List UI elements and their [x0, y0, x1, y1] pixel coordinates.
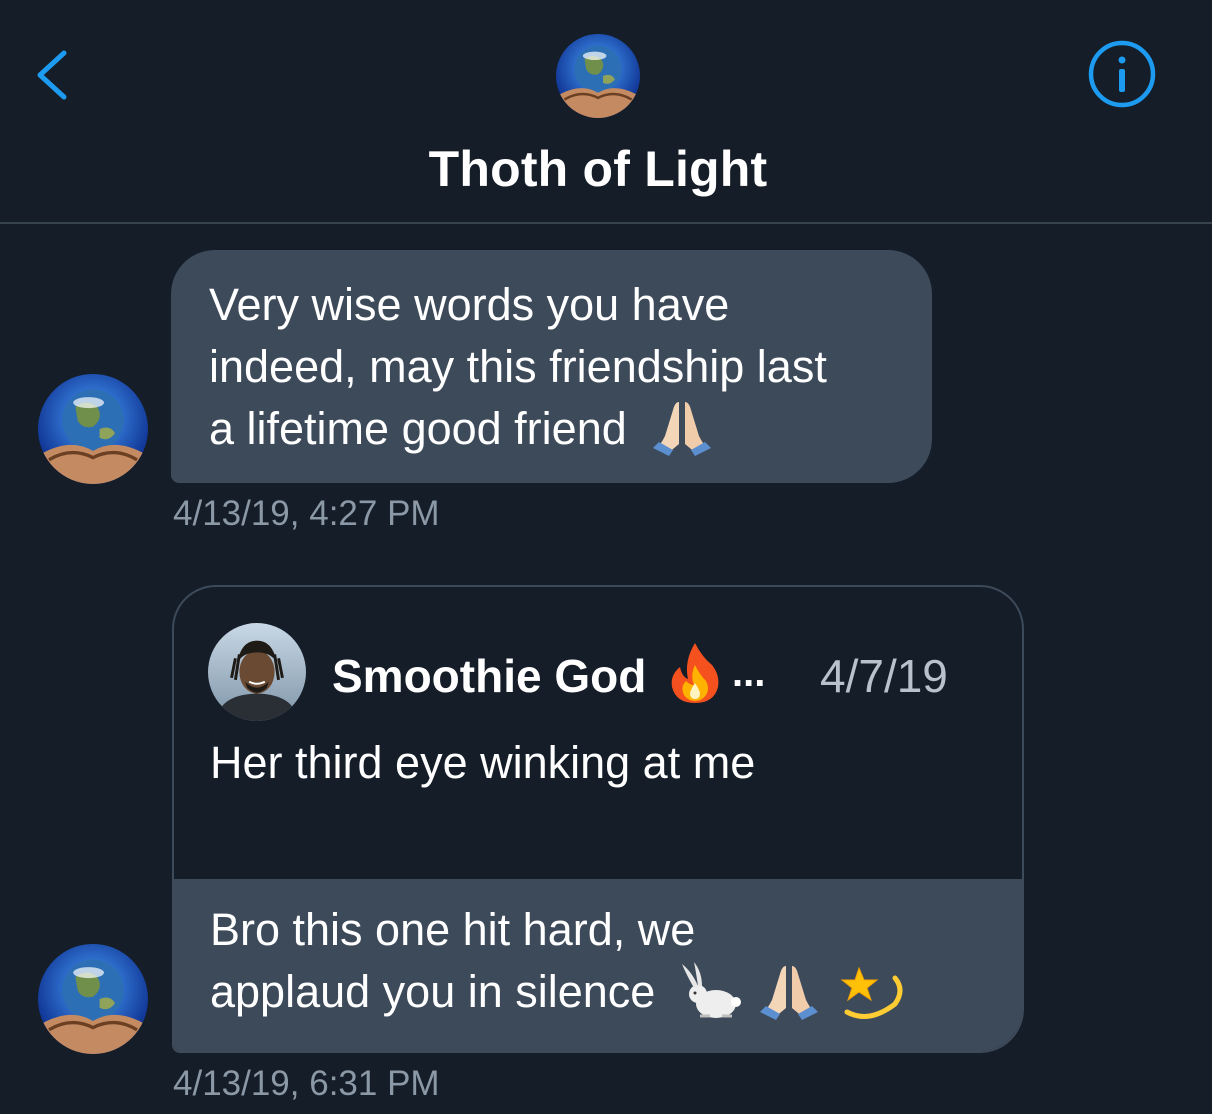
- folded-hands-icon: [653, 402, 712, 457]
- message-timestamp: 4/13/19, 6:31 PM: [173, 1064, 440, 1103]
- message-line-text: applaud you in silence: [210, 966, 656, 1017]
- quoted-author-avatar[interactable]: [208, 623, 306, 721]
- fire-icon: [671, 643, 719, 703]
- message-line: Very wise words you have: [209, 279, 730, 330]
- message-line-text: a lifetime good friend: [209, 403, 627, 454]
- person-avatar: [208, 623, 306, 721]
- earth-in-hands-avatar: [38, 944, 148, 1054]
- dizzy-star-icon: [840, 966, 903, 1020]
- message-line: Bro this one hit hard, we: [210, 904, 696, 955]
- message-line: applaud you in silence: [210, 961, 1022, 1023]
- header-avatar[interactable]: [556, 34, 640, 118]
- message-bubble[interactable]: Very wise words you have indeed, may thi…: [171, 250, 932, 483]
- chevron-left-icon: [37, 50, 67, 100]
- dm-conversation-screen: Thoth of Light Very wise words you have …: [0, 0, 1212, 1114]
- info-button[interactable]: [1086, 38, 1158, 110]
- header-divider: [0, 222, 1212, 224]
- message-timestamp: 4/13/19, 4:27 PM: [173, 494, 440, 533]
- quoted-author-name: Smoothie God: [332, 650, 647, 702]
- rabbit-icon: [681, 962, 741, 1019]
- message-line: indeed, may this friendship last: [209, 341, 827, 392]
- conversation-title[interactable]: Thoth of Light: [0, 140, 1196, 198]
- conversation-header: Thoth of Light: [0, 0, 1212, 224]
- sender-avatar[interactable]: [38, 374, 148, 484]
- quoted-tweet-text: Her third eye winking at me: [210, 737, 756, 788]
- quote-reply-card[interactable]: Smoothie God ... 4/7/19 Her third eye wi…: [172, 585, 1024, 1053]
- back-button[interactable]: [22, 40, 82, 110]
- earth-in-hands-avatar: [38, 374, 148, 484]
- earth-in-hands-avatar: [556, 34, 640, 118]
- sender-avatar[interactable]: [38, 944, 148, 1054]
- folded-hands-icon: [760, 966, 819, 1021]
- quoted-tweet-date: 4/7/19: [820, 650, 948, 702]
- message-bubble[interactable]: Bro this one hit hard, we applaud you in…: [174, 879, 1022, 1051]
- name-truncation-ellipsis: ...: [732, 651, 766, 695]
- quoted-tweet[interactable]: Smoothie God ... 4/7/19 Her third eye wi…: [174, 587, 1022, 879]
- message-line: a lifetime good friend: [209, 398, 902, 460]
- info-circle-icon: [1088, 40, 1156, 108]
